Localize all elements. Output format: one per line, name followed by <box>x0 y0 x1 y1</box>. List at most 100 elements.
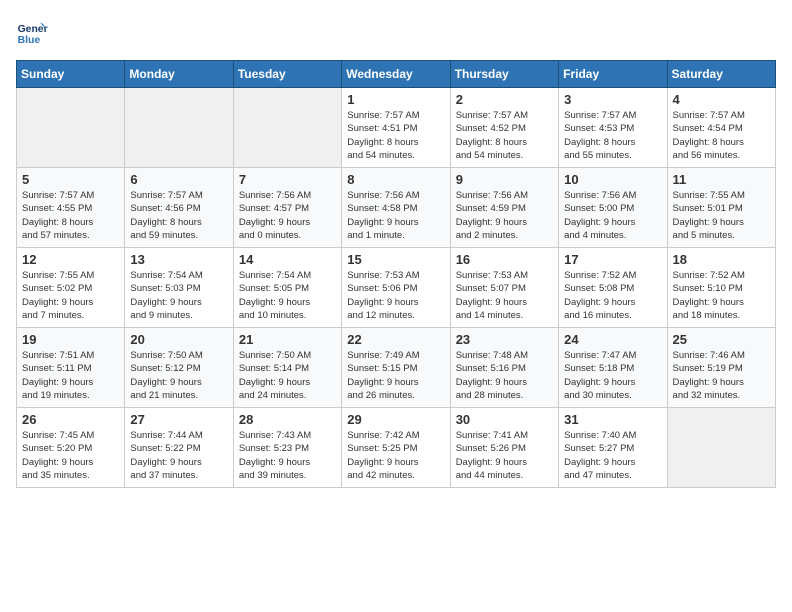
calendar-cell: 11 Sunrise: 7:55 AM Sunset: 5:01 PM Dayli… <box>667 168 775 248</box>
header: General Blue <box>16 16 776 48</box>
calendar-cell: 2 Sunrise: 7:57 AM Sunset: 4:52 PM Daylig… <box>450 88 558 168</box>
day-detail: Sunrise: 7:56 AM Sunset: 4:58 PM Dayligh… <box>347 189 444 242</box>
day-number: 15 <box>347 252 444 267</box>
day-detail: Sunrise: 7:57 AM Sunset: 4:56 PM Dayligh… <box>130 189 227 242</box>
day-detail: Sunrise: 7:43 AM Sunset: 5:23 PM Dayligh… <box>239 429 336 482</box>
calendar-cell <box>17 88 125 168</box>
day-number: 16 <box>456 252 553 267</box>
day-detail: Sunrise: 7:52 AM Sunset: 5:08 PM Dayligh… <box>564 269 661 322</box>
calendar-cell: 15 Sunrise: 7:53 AM Sunset: 5:06 PM Dayli… <box>342 248 450 328</box>
day-detail: Sunrise: 7:54 AM Sunset: 5:03 PM Dayligh… <box>130 269 227 322</box>
calendar-cell: 4Sunrise: 7:57 AM Sunset: 4:54 PM Daylig… <box>667 88 775 168</box>
day-detail: Sunrise: 7:57 AM Sunset: 4:53 PM Dayligh… <box>564 109 661 162</box>
calendar-cell: 30Sunrise: 7:41 AM Sunset: 5:26 PM Dayli… <box>450 408 558 488</box>
day-number: 18 <box>673 252 770 267</box>
day-detail: Sunrise: 7:53 AM Sunset: 5:07 PM Dayligh… <box>456 269 553 322</box>
day-number: 6 <box>130 172 227 187</box>
calendar-cell: 20 Sunrise: 7:50 AM Sunset: 5:12 PM Dayli… <box>125 328 233 408</box>
day-number: 5 <box>22 172 119 187</box>
calendar-cell: 26 Sunrise: 7:45 AM Sunset: 5:20 PM Dayli… <box>17 408 125 488</box>
day-detail: Sunrise: 7:50 AM Sunset: 5:12 PM Dayligh… <box>130 349 227 402</box>
calendar-cell: 28 Sunrise: 7:43 AM Sunset: 5:23 PM Dayli… <box>233 408 341 488</box>
day-detail: Sunrise: 7:42 AM Sunset: 5:25 PM Dayligh… <box>347 429 444 482</box>
calendar-cell: 17 Sunrise: 7:52 AM Sunset: 5:08 PM Dayli… <box>559 248 667 328</box>
calendar-cell: 13 Sunrise: 7:54 AM Sunset: 5:03 PM Dayli… <box>125 248 233 328</box>
week-row-3: 12Sunrise: 7:55 AM Sunset: 5:02 PM Dayli… <box>17 248 776 328</box>
day-detail: Sunrise: 7:56 AM Sunset: 5:00 PM Dayligh… <box>564 189 661 242</box>
day-number: 11 <box>673 172 770 187</box>
day-detail: Sunrise: 7:45 AM Sunset: 5:20 PM Dayligh… <box>22 429 119 482</box>
calendar-cell: 3 Sunrise: 7:57 AM Sunset: 4:53 PM Daylig… <box>559 88 667 168</box>
day-detail: Sunrise: 7:55 AM Sunset: 5:01 PM Dayligh… <box>673 189 770 242</box>
calendar-cell: 1 Sunrise: 7:57 AM Sunset: 4:51 PM Daylig… <box>342 88 450 168</box>
calendar-cell: 16 Sunrise: 7:53 AM Sunset: 5:07 PM Dayli… <box>450 248 558 328</box>
day-detail: Sunrise: 7:57 AM Sunset: 4:54 PM Dayligh… <box>673 109 770 162</box>
calendar-cell: 23 Sunrise: 7:48 AM Sunset: 5:16 PM Dayli… <box>450 328 558 408</box>
header-cell-friday: Friday <box>559 61 667 88</box>
day-number: 25 <box>673 332 770 347</box>
day-number: 20 <box>130 332 227 347</box>
day-number: 24 <box>564 332 661 347</box>
day-detail: Sunrise: 7:44 AM Sunset: 5:22 PM Dayligh… <box>130 429 227 482</box>
header-row: SundayMondayTuesdayWednesdayThursdayFrid… <box>17 61 776 88</box>
day-detail: Sunrise: 7:41 AM Sunset: 5:26 PM Dayligh… <box>456 429 553 482</box>
day-number: 26 <box>22 412 119 427</box>
day-detail: Sunrise: 7:48 AM Sunset: 5:16 PM Dayligh… <box>456 349 553 402</box>
day-number: 27 <box>130 412 227 427</box>
logo: General Blue <box>16 16 52 48</box>
day-number: 22 <box>347 332 444 347</box>
day-detail: Sunrise: 7:57 AM Sunset: 4:52 PM Dayligh… <box>456 109 553 162</box>
day-number: 13 <box>130 252 227 267</box>
day-number: 3 <box>564 92 661 107</box>
day-detail: Sunrise: 7:57 AM Sunset: 4:55 PM Dayligh… <box>22 189 119 242</box>
day-detail: Sunrise: 7:51 AM Sunset: 5:11 PM Dayligh… <box>22 349 119 402</box>
day-detail: Sunrise: 7:49 AM Sunset: 5:15 PM Dayligh… <box>347 349 444 402</box>
calendar-cell: 31 Sunrise: 7:40 AM Sunset: 5:27 PM Dayli… <box>559 408 667 488</box>
day-detail: Sunrise: 7:50 AM Sunset: 5:14 PM Dayligh… <box>239 349 336 402</box>
day-detail: Sunrise: 7:46 AM Sunset: 5:19 PM Dayligh… <box>673 349 770 402</box>
day-detail: Sunrise: 7:57 AM Sunset: 4:51 PM Dayligh… <box>347 109 444 162</box>
header-cell-saturday: Saturday <box>667 61 775 88</box>
calendar-cell: 7 Sunrise: 7:56 AM Sunset: 4:57 PM Daylig… <box>233 168 341 248</box>
day-detail: Sunrise: 7:53 AM Sunset: 5:06 PM Dayligh… <box>347 269 444 322</box>
day-number: 2 <box>456 92 553 107</box>
calendar-cell: 22 Sunrise: 7:49 AM Sunset: 5:15 PM Dayli… <box>342 328 450 408</box>
calendar-cell: 10 Sunrise: 7:56 AM Sunset: 5:00 PM Dayli… <box>559 168 667 248</box>
day-detail: Sunrise: 7:47 AM Sunset: 5:18 PM Dayligh… <box>564 349 661 402</box>
day-number: 10 <box>564 172 661 187</box>
header-cell-tuesday: Tuesday <box>233 61 341 88</box>
calendar-cell: 29Sunrise: 7:42 AM Sunset: 5:25 PM Dayli… <box>342 408 450 488</box>
day-number: 12 <box>22 252 119 267</box>
day-detail: Sunrise: 7:56 AM Sunset: 4:59 PM Dayligh… <box>456 189 553 242</box>
day-number: 17 <box>564 252 661 267</box>
day-number: 7 <box>239 172 336 187</box>
calendar-cell <box>667 408 775 488</box>
calendar-cell: 24 Sunrise: 7:47 AM Sunset: 5:18 PM Dayli… <box>559 328 667 408</box>
day-number: 1 <box>347 92 444 107</box>
day-number: 8 <box>347 172 444 187</box>
week-row-2: 5 Sunrise: 7:57 AM Sunset: 4:55 PM Daylig… <box>17 168 776 248</box>
header-cell-thursday: Thursday <box>450 61 558 88</box>
day-number: 31 <box>564 412 661 427</box>
calendar-cell: 18Sunrise: 7:52 AM Sunset: 5:10 PM Dayli… <box>667 248 775 328</box>
week-row-4: 19Sunrise: 7:51 AM Sunset: 5:11 PM Dayli… <box>17 328 776 408</box>
day-number: 28 <box>239 412 336 427</box>
day-detail: Sunrise: 7:56 AM Sunset: 4:57 PM Dayligh… <box>239 189 336 242</box>
calendar-cell: 6 Sunrise: 7:57 AM Sunset: 4:56 PM Daylig… <box>125 168 233 248</box>
calendar-cell: 8 Sunrise: 7:56 AM Sunset: 4:58 PM Daylig… <box>342 168 450 248</box>
calendar-cell: 9 Sunrise: 7:56 AM Sunset: 4:59 PM Daylig… <box>450 168 558 248</box>
calendar-header: SundayMondayTuesdayWednesdayThursdayFrid… <box>17 61 776 88</box>
calendar-cell <box>125 88 233 168</box>
day-number: 23 <box>456 332 553 347</box>
calendar-cell: 5 Sunrise: 7:57 AM Sunset: 4:55 PM Daylig… <box>17 168 125 248</box>
day-number: 9 <box>456 172 553 187</box>
week-row-5: 26 Sunrise: 7:45 AM Sunset: 5:20 PM Dayli… <box>17 408 776 488</box>
header-cell-monday: Monday <box>125 61 233 88</box>
svg-text:Blue: Blue <box>18 35 41 46</box>
day-detail: Sunrise: 7:40 AM Sunset: 5:27 PM Dayligh… <box>564 429 661 482</box>
calendar-cell: 12Sunrise: 7:55 AM Sunset: 5:02 PM Dayli… <box>17 248 125 328</box>
header-cell-sunday: Sunday <box>17 61 125 88</box>
day-detail: Sunrise: 7:54 AM Sunset: 5:05 PM Dayligh… <box>239 269 336 322</box>
calendar-cell: 27 Sunrise: 7:44 AM Sunset: 5:22 PM Dayli… <box>125 408 233 488</box>
calendar-table: SundayMondayTuesdayWednesdayThursdayFrid… <box>16 60 776 488</box>
